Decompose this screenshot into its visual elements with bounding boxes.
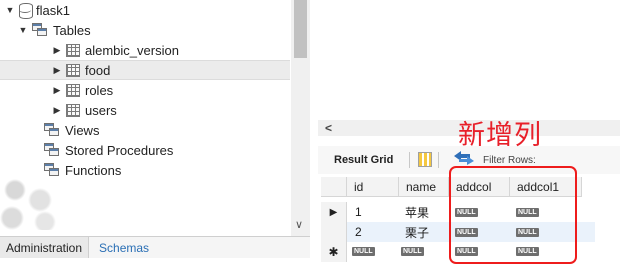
expanded-triangle-icon[interactable]: ▼ — [4, 5, 16, 15]
highlight-box — [449, 166, 577, 264]
tree-item-functions[interactable]: Functions — [41, 160, 121, 180]
table-label: food — [85, 62, 111, 78]
tree-item-table-roles[interactable]: ▶ roles — [51, 80, 114, 100]
tree-item-stored-procedures[interactable]: Stored Procedures — [41, 140, 173, 160]
toolbar-divider — [438, 152, 439, 168]
scrollbar-thumb[interactable] — [294, 0, 307, 58]
table-icon — [66, 63, 80, 77]
tree-item-tables[interactable]: ▼ Tables — [17, 20, 91, 40]
table-label: users — [85, 102, 117, 118]
filter-rows-label: Filter Rows: — [483, 155, 536, 166]
navigator-tab-bar: Administration Schemas — [0, 236, 310, 258]
navigator-panel: ▼ flask1 ▼ Tables ▶ alembic_version ▶ fo… — [0, 0, 310, 269]
tree-item-table-alembic-version[interactable]: ▶ alembic_version — [51, 40, 179, 60]
table-icon — [66, 103, 80, 117]
refresh-arrows-icon[interactable] — [452, 150, 476, 166]
column-header-id[interactable]: id — [347, 177, 399, 197]
table-icon — [66, 43, 80, 57]
schema-label: flask1 — [36, 2, 70, 18]
tree-vertical-scrollbar[interactable]: ∨ — [291, 0, 310, 240]
tab-administration[interactable]: Administration — [0, 237, 90, 258]
null-badge: NULL — [401, 247, 424, 256]
scroll-left-arrow-icon[interactable]: < — [325, 121, 332, 135]
collapsed-triangle-icon[interactable]: ▶ — [51, 105, 63, 116]
tables-label: Tables — [53, 22, 91, 38]
folder-label: Functions — [65, 162, 122, 178]
row-pointer-icon[interactable]: ▶ — [321, 202, 347, 222]
blurred-region — [0, 178, 60, 230]
grid-view-icon[interactable] — [418, 152, 432, 167]
collapsed-triangle-icon[interactable]: ▶ — [51, 45, 63, 56]
grid-corner — [321, 177, 347, 197]
folder-icon — [44, 163, 60, 177]
folder-icon — [44, 123, 60, 137]
toolbar-divider — [409, 152, 410, 168]
folder-label: Stored Procedures — [65, 142, 174, 158]
row-gutter[interactable] — [321, 222, 347, 242]
annotation-label: 新增列 — [458, 120, 542, 151]
tab-schemas[interactable]: Schemas — [89, 237, 155, 258]
tree-item-schema[interactable]: ▼ flask1 — [4, 0, 70, 20]
column-header-name[interactable]: name — [399, 177, 449, 197]
result-grid-label[interactable]: Result Grid — [334, 154, 393, 166]
database-icon — [19, 3, 33, 19]
tree-item-views[interactable]: Views — [41, 120, 99, 140]
collapsed-triangle-icon[interactable]: ▶ — [51, 65, 63, 76]
table-icon — [66, 83, 80, 97]
new-row-marker-icon[interactable]: ✱ — [321, 242, 347, 262]
cell-name[interactable]: 栗子 — [401, 222, 429, 242]
table-label: roles — [85, 82, 114, 98]
tree-item-table-users[interactable]: ▶ users — [51, 100, 117, 120]
expanded-triangle-icon[interactable]: ▼ — [17, 25, 29, 35]
cell-name[interactable]: 苹果 — [401, 202, 429, 222]
tree-item-table-food[interactable]: ▶ food — [0, 60, 290, 80]
collapsed-triangle-icon[interactable]: ▶ — [51, 85, 63, 96]
folder-icon — [32, 23, 48, 37]
cell-name[interactable]: NULL — [401, 242, 424, 256]
cell-id[interactable]: NULL — [352, 242, 375, 256]
null-badge: NULL — [352, 247, 375, 256]
schema-tree: ▼ flask1 ▼ Tables ▶ alembic_version ▶ fo… — [0, 0, 290, 230]
cell-id[interactable]: 1 — [351, 202, 362, 222]
cell-id[interactable]: 2 — [351, 222, 362, 242]
table-label: alembic_version — [85, 42, 179, 58]
folder-icon — [44, 143, 60, 157]
scroll-down-arrow-icon[interactable]: ∨ — [295, 218, 303, 231]
folder-label: Views — [65, 122, 100, 138]
